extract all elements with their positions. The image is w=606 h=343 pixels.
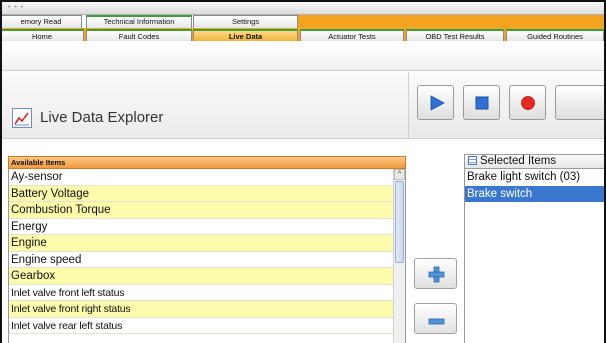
tab-settings[interactable]: Settings	[193, 15, 298, 28]
list-item[interactable]: Engine	[9, 235, 405, 252]
add-item-button[interactable]	[414, 258, 457, 289]
list-item-selected[interactable]: Brake switch	[465, 185, 604, 202]
list-item[interactable]: Battery Voltage	[9, 185, 405, 202]
remove-item-button[interactable]	[414, 303, 457, 334]
list-item[interactable]: Combustion Torque	[9, 202, 405, 219]
minus-icon	[415, 304, 456, 333]
scroll-up-icon[interactable]: ^	[394, 169, 405, 180]
tab-actuator-tests[interactable]: Actuator Tests	[300, 29, 404, 41]
title-bar: • • •	[2, 2, 604, 15]
list-item[interactable]: Inlet valve front left status	[9, 285, 405, 301]
record-icon	[520, 95, 536, 116]
extra-control-button[interactable]	[555, 85, 604, 120]
list-item[interactable]: Ay-sensor	[9, 169, 405, 186]
playback-controls	[408, 72, 604, 138]
upper-tab-row: emory Read Technical Information Setting…	[2, 15, 604, 28]
page-title: Live Data Explorer	[40, 109, 164, 126]
toolbar-strip	[2, 41, 604, 71]
tab-obd-test-results[interactable]: OBD Test Results	[406, 29, 504, 41]
upper-tab-row-fill	[298, 15, 604, 28]
selected-items-header: Selected Items	[464, 154, 604, 169]
line-chart-icon	[12, 108, 32, 128]
play-button[interactable]	[417, 85, 454, 120]
list-item[interactable]: Brake light switch (03)	[465, 169, 604, 186]
stop-button[interactable]	[463, 85, 500, 120]
app-window: • • • emory Read Technical Information S…	[2, 2, 604, 343]
tab-live-data[interactable]: Live Data	[193, 29, 298, 41]
list-item[interactable]: Gearbox	[9, 268, 405, 285]
selected-items-list[interactable]: Brake light switch (03) Brake switch	[464, 169, 604, 343]
tab-guided-routines[interactable]: Guided Routines	[506, 29, 604, 41]
available-scrollbar[interactable]: ^	[393, 169, 405, 343]
tab-memory-read[interactable]: emory Read	[2, 15, 82, 28]
stop-icon	[475, 96, 489, 115]
list-item[interactable]: Energy	[9, 219, 405, 235]
window-dots: • • •	[8, 4, 25, 11]
plus-icon	[415, 259, 456, 288]
tab-fault-codes[interactable]: Fault Codes	[86, 29, 192, 41]
tab-home[interactable]: Home	[2, 29, 84, 41]
record-button[interactable]	[509, 85, 546, 120]
tab-technical-information[interactable]: Technical Information	[86, 15, 192, 28]
nav-tab-row: Home Fault Codes Live Data Actuator Test…	[2, 28, 604, 41]
grid-icon	[468, 156, 477, 165]
play-icon	[429, 95, 445, 116]
list-item[interactable]: Inlet valve rear left status	[9, 318, 405, 334]
list-item[interactable]: Inlet valve front right status	[9, 301, 405, 318]
available-items-header: Available Items	[8, 156, 406, 169]
list-item[interactable]: Engine speed	[9, 252, 405, 268]
scroll-thumb[interactable]	[395, 181, 404, 263]
available-items-list[interactable]: Ay-sensor Battery Voltage Combustion Tor…	[8, 169, 406, 343]
selected-items-header-label: Selected Items	[480, 155, 557, 167]
